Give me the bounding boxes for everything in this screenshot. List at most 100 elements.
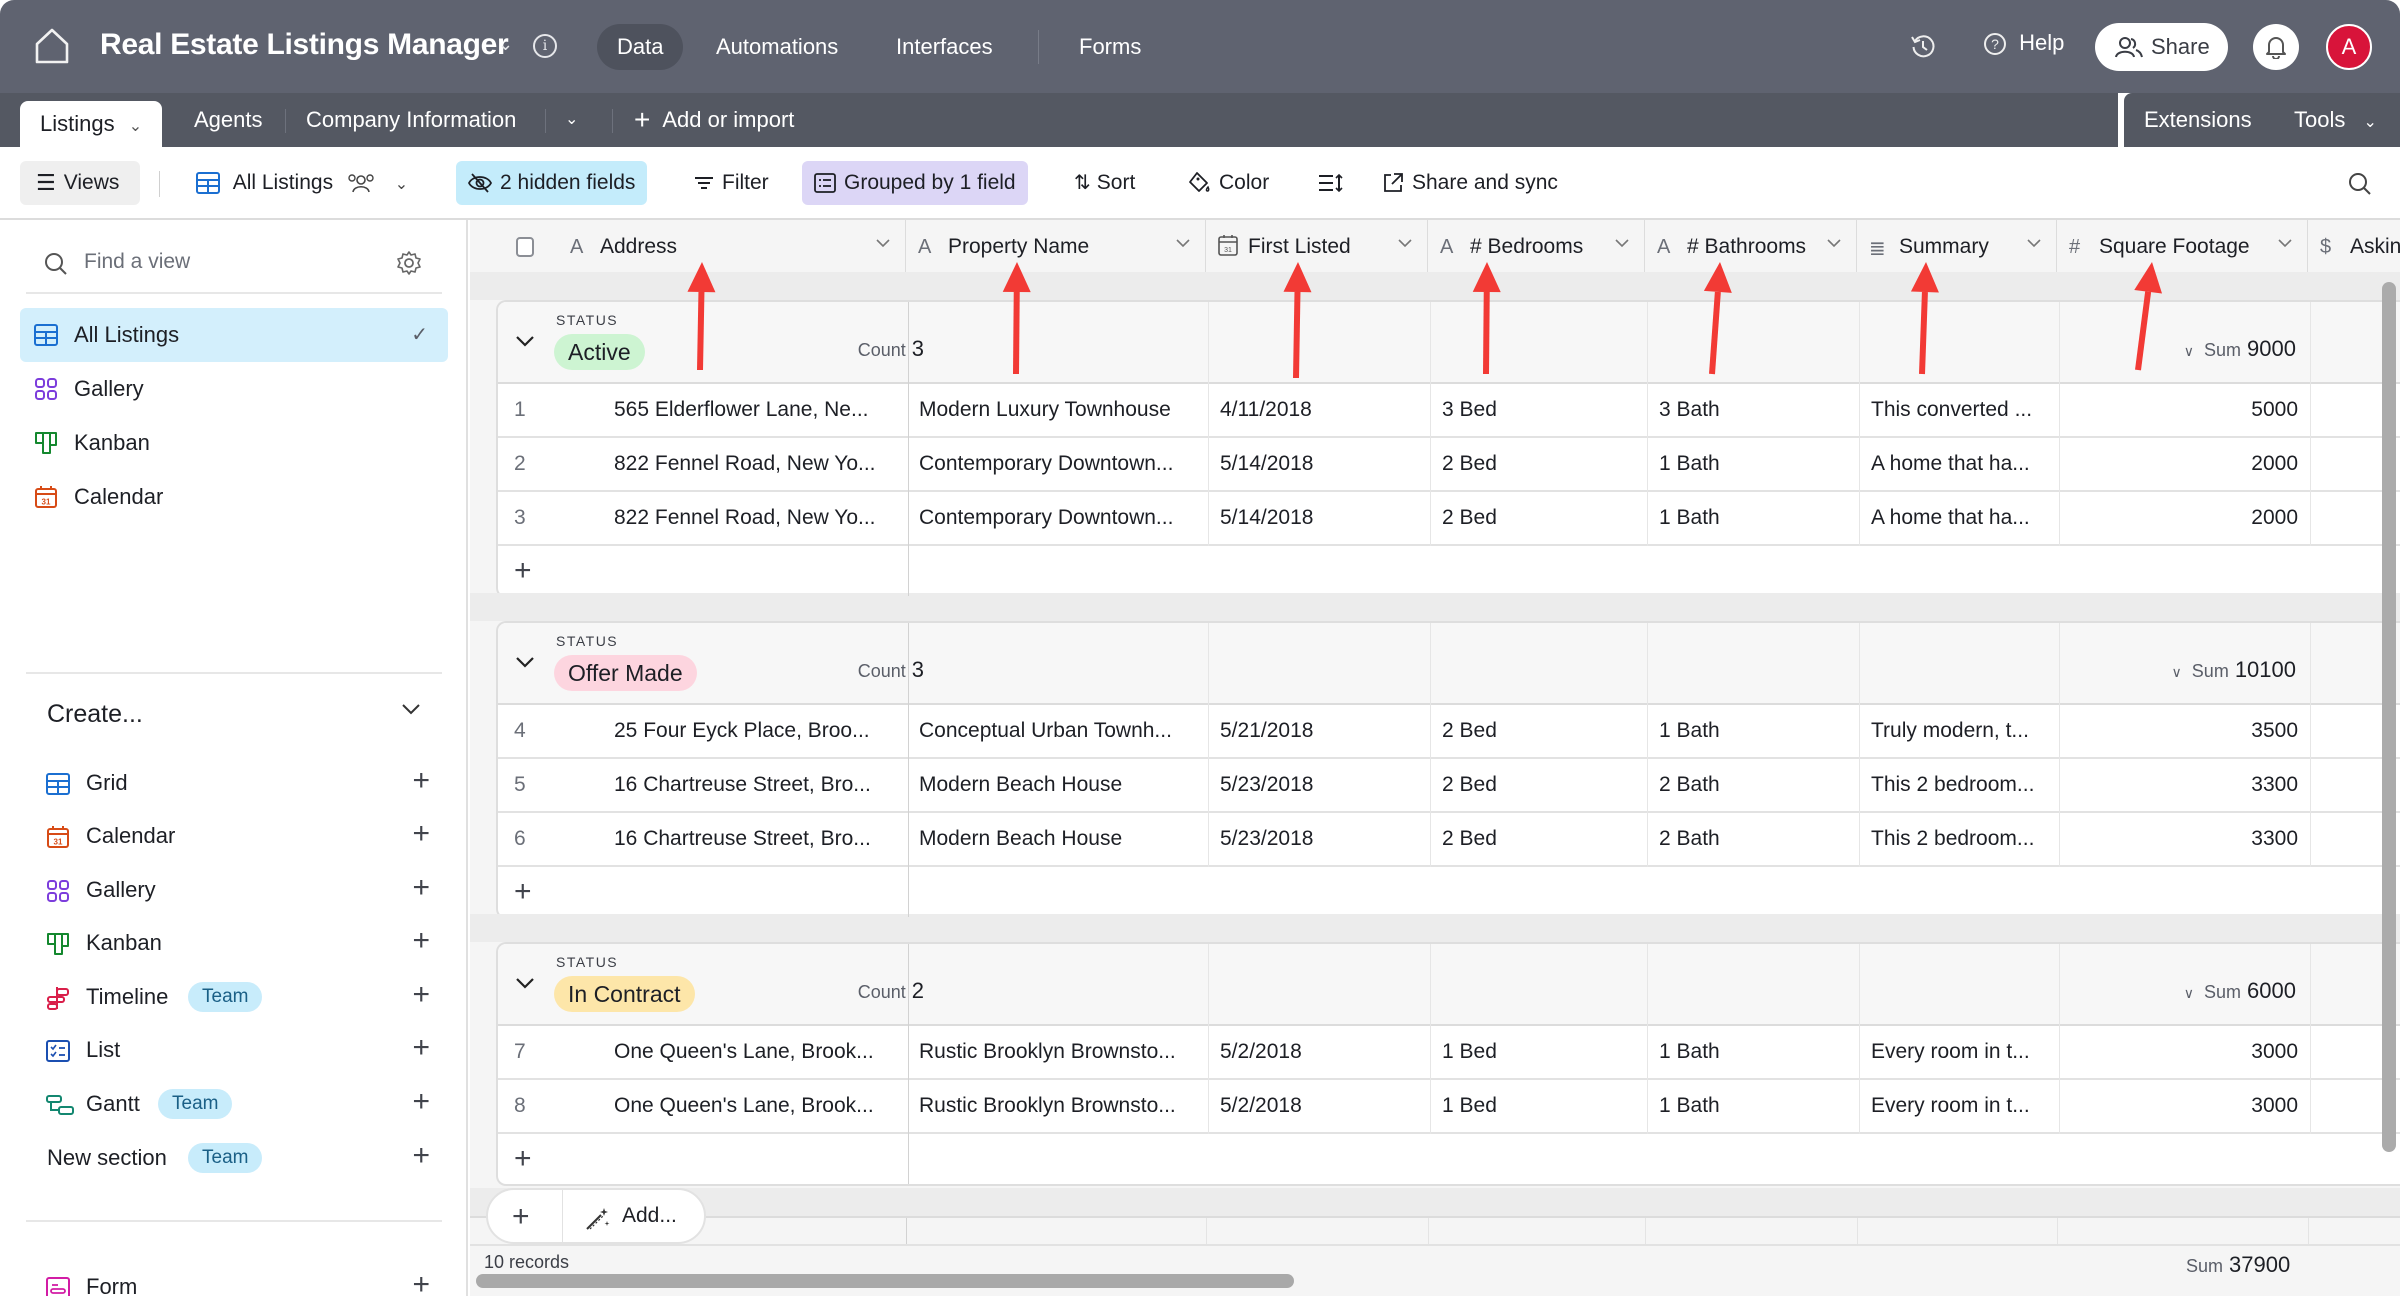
group-header[interactable]: STATUS Offer Made Count 3 ∨ Sum 10100 (498, 623, 2400, 705)
summary-cell[interactable]: This 2 bedroom... (1859, 813, 2059, 865)
add-row[interactable]: + (498, 546, 2400, 596)
plus-icon[interactable]: + (412, 980, 430, 1010)
color-button[interactable]: Color (1175, 161, 1281, 205)
table-row[interactable]: 8 One Queen's Lane, Brook... Rustic Brookl… (498, 1080, 2400, 1134)
extensions-button[interactable]: Extensions (2144, 93, 2252, 147)
collapse-chevron-icon[interactable] (514, 655, 536, 669)
magic-wand-icon[interactable] (584, 1206, 610, 1232)
bathrooms-cell[interactable]: 1 Bath (1647, 1026, 1859, 1078)
create-grid[interactable]: Grid + (40, 760, 430, 806)
nav-interfaces[interactable]: Interfaces (876, 24, 1013, 70)
property-name-cell[interactable]: Modern Beach House (908, 759, 1208, 811)
column-header[interactable]: A # Bathrooms (1645, 220, 1857, 274)
property-name-cell[interactable]: Rustic Brooklyn Brownsto... (908, 1080, 1208, 1132)
bedrooms-cell[interactable]: 2 Bed (1430, 492, 1647, 544)
filter-button[interactable]: Filter (682, 161, 781, 205)
chevron-down-icon[interactable]: ∨ (2184, 985, 2194, 1001)
summary-cell[interactable]: Every room in t... (1859, 1026, 2059, 1078)
nav-forms[interactable]: Forms (1059, 24, 1161, 70)
plus-icon[interactable]: + (514, 1144, 532, 1174)
square-footage-cell[interactable]: 3000 (2059, 1026, 2310, 1078)
bathrooms-cell[interactable]: 1 Bath (1647, 705, 1859, 757)
bedrooms-cell[interactable]: 2 Bed (1430, 705, 1647, 757)
search-icon[interactable] (2348, 172, 2372, 196)
sidebar-view-gallery[interactable]: Gallery (20, 362, 448, 416)
property-name-cell[interactable]: Conceptual Urban Townh... (908, 705, 1208, 757)
first-listed-cell[interactable]: 5/21/2018 (1208, 705, 1430, 757)
square-footage-cell[interactable]: 2000 (2059, 492, 2310, 544)
add-record-button[interactable]: + (512, 1202, 530, 1232)
first-listed-cell[interactable]: 5/14/2018 (1208, 438, 1430, 490)
share-and-sync-button[interactable]: Share and sync (1370, 161, 1570, 205)
chevron-down-icon[interactable] (1826, 237, 1842, 249)
chevron-down-icon[interactable]: ⌄ (498, 34, 513, 55)
bathrooms-cell[interactable]: 2 Bath (1647, 813, 1859, 865)
column-header[interactable]: A Address (558, 220, 906, 274)
address-cell[interactable]: One Queen's Lane, Brook... (558, 1026, 908, 1078)
bedrooms-cell[interactable]: 1 Bed (1430, 1026, 1647, 1078)
summary-cell[interactable]: A home that ha... (1859, 438, 2059, 490)
group-button[interactable]: Grouped by 1 field (802, 161, 1028, 205)
summary-cell[interactable]: A home that ha... (1859, 492, 2059, 544)
chevron-down-icon[interactable]: ∨ (2184, 343, 2194, 359)
table-row[interactable]: 4 25 Four Eyck Place, Broo... Conceptual U… (498, 705, 2400, 759)
history-icon[interactable] (1910, 33, 1936, 59)
chevron-down-icon[interactable] (2277, 237, 2293, 249)
property-name-cell[interactable]: Modern Beach House (908, 813, 1208, 865)
chevron-down-icon[interactable]: ∨ (2172, 664, 2182, 680)
base-title[interactable]: Real Estate Listings Manager (100, 28, 509, 62)
column-header[interactable]: # Square Footage (2057, 220, 2308, 274)
add-menu-button[interactable]: Add... (622, 1204, 677, 1228)
summary-cell[interactable]: Every room in t... (1859, 1080, 2059, 1132)
table-row[interactable]: 3 822 Fennel Road, New Yo... Contemporary … (498, 492, 2400, 546)
tab-agents[interactable]: Agents (194, 93, 263, 147)
sidebar-view-kanban[interactable]: Kanban (20, 416, 448, 470)
table-row[interactable]: 6 16 Chartreuse Street, Bro... Modern Beac… (498, 813, 2400, 867)
share-button[interactable]: Share (2095, 23, 2228, 71)
chevron-down-icon[interactable] (1175, 237, 1191, 249)
column-header[interactable]: ≣ Summary (1857, 220, 2057, 274)
chevron-down-icon[interactable] (1397, 237, 1413, 249)
plus-icon[interactable]: + (412, 873, 430, 903)
tab-company-information[interactable]: Company Information (306, 93, 516, 147)
square-footage-cell[interactable]: 2000 (2059, 438, 2310, 490)
sidebar-view-calendar[interactable]: 31 Calendar (20, 470, 448, 524)
plus-icon[interactable]: + (412, 819, 430, 849)
create-timeline[interactable]: Timeline Team + (40, 974, 430, 1020)
select-all-checkbox[interactable] (516, 237, 534, 257)
view-switcher[interactable]: All Listings ⌄ (184, 161, 420, 205)
summary-cell[interactable]: Truly modern, t... (1859, 705, 2059, 757)
chevron-down-icon[interactable] (875, 237, 891, 249)
hide-fields-button[interactable]: 2 hidden fields (456, 161, 648, 205)
summary-cell[interactable]: This 2 bedroom... (1859, 759, 2059, 811)
create-gantt[interactable]: Gantt Team + (40, 1081, 430, 1127)
find-view-input[interactable]: Find a view (44, 244, 444, 284)
address-cell[interactable]: 25 Four Eyck Place, Broo... (558, 705, 908, 757)
column-header[interactable]: A Property Name (906, 220, 1206, 274)
create-form[interactable]: Form + (40, 1220, 430, 1296)
square-footage-cell[interactable]: 5000 (2059, 384, 2310, 436)
gear-icon[interactable] (396, 250, 422, 276)
plus-icon[interactable]: + (412, 1033, 430, 1063)
bedrooms-cell[interactable]: 2 Bed (1430, 759, 1647, 811)
plus-icon[interactable]: + (514, 556, 532, 586)
create-new-section[interactable]: New section Team + (40, 1135, 430, 1181)
add-row[interactable]: + (498, 1134, 2400, 1184)
address-cell[interactable]: 565 Elderflower Lane, Ne... (558, 384, 908, 436)
table-row[interactable]: 7 One Queen's Lane, Brook... Rustic Brookl… (498, 1026, 2400, 1080)
chevron-down-icon[interactable]: ⌄ (129, 118, 142, 135)
summary-cell[interactable]: This converted ... (1859, 384, 2059, 436)
address-cell[interactable]: 822 Fennel Road, New Yo... (558, 438, 908, 490)
bathrooms-cell[interactable]: 1 Bath (1647, 492, 1859, 544)
create-kanban[interactable]: Kanban + (40, 920, 430, 966)
chevron-down-icon[interactable] (2026, 237, 2042, 249)
address-cell[interactable]: 822 Fennel Road, New Yo... (558, 492, 908, 544)
plus-icon[interactable]: + (412, 1087, 430, 1117)
property-name-cell[interactable]: Contemporary Downtown... (908, 438, 1208, 490)
create-calendar[interactable]: 31 Calendar + (40, 813, 430, 859)
collapse-chevron-icon[interactable] (514, 976, 536, 990)
nav-automations[interactable]: Automations (696, 24, 858, 70)
property-name-cell[interactable]: Modern Luxury Townhouse (908, 384, 1208, 436)
home-icon[interactable] (34, 27, 70, 65)
table-row[interactable]: 2 822 Fennel Road, New Yo... Contemporary … (498, 438, 2400, 492)
